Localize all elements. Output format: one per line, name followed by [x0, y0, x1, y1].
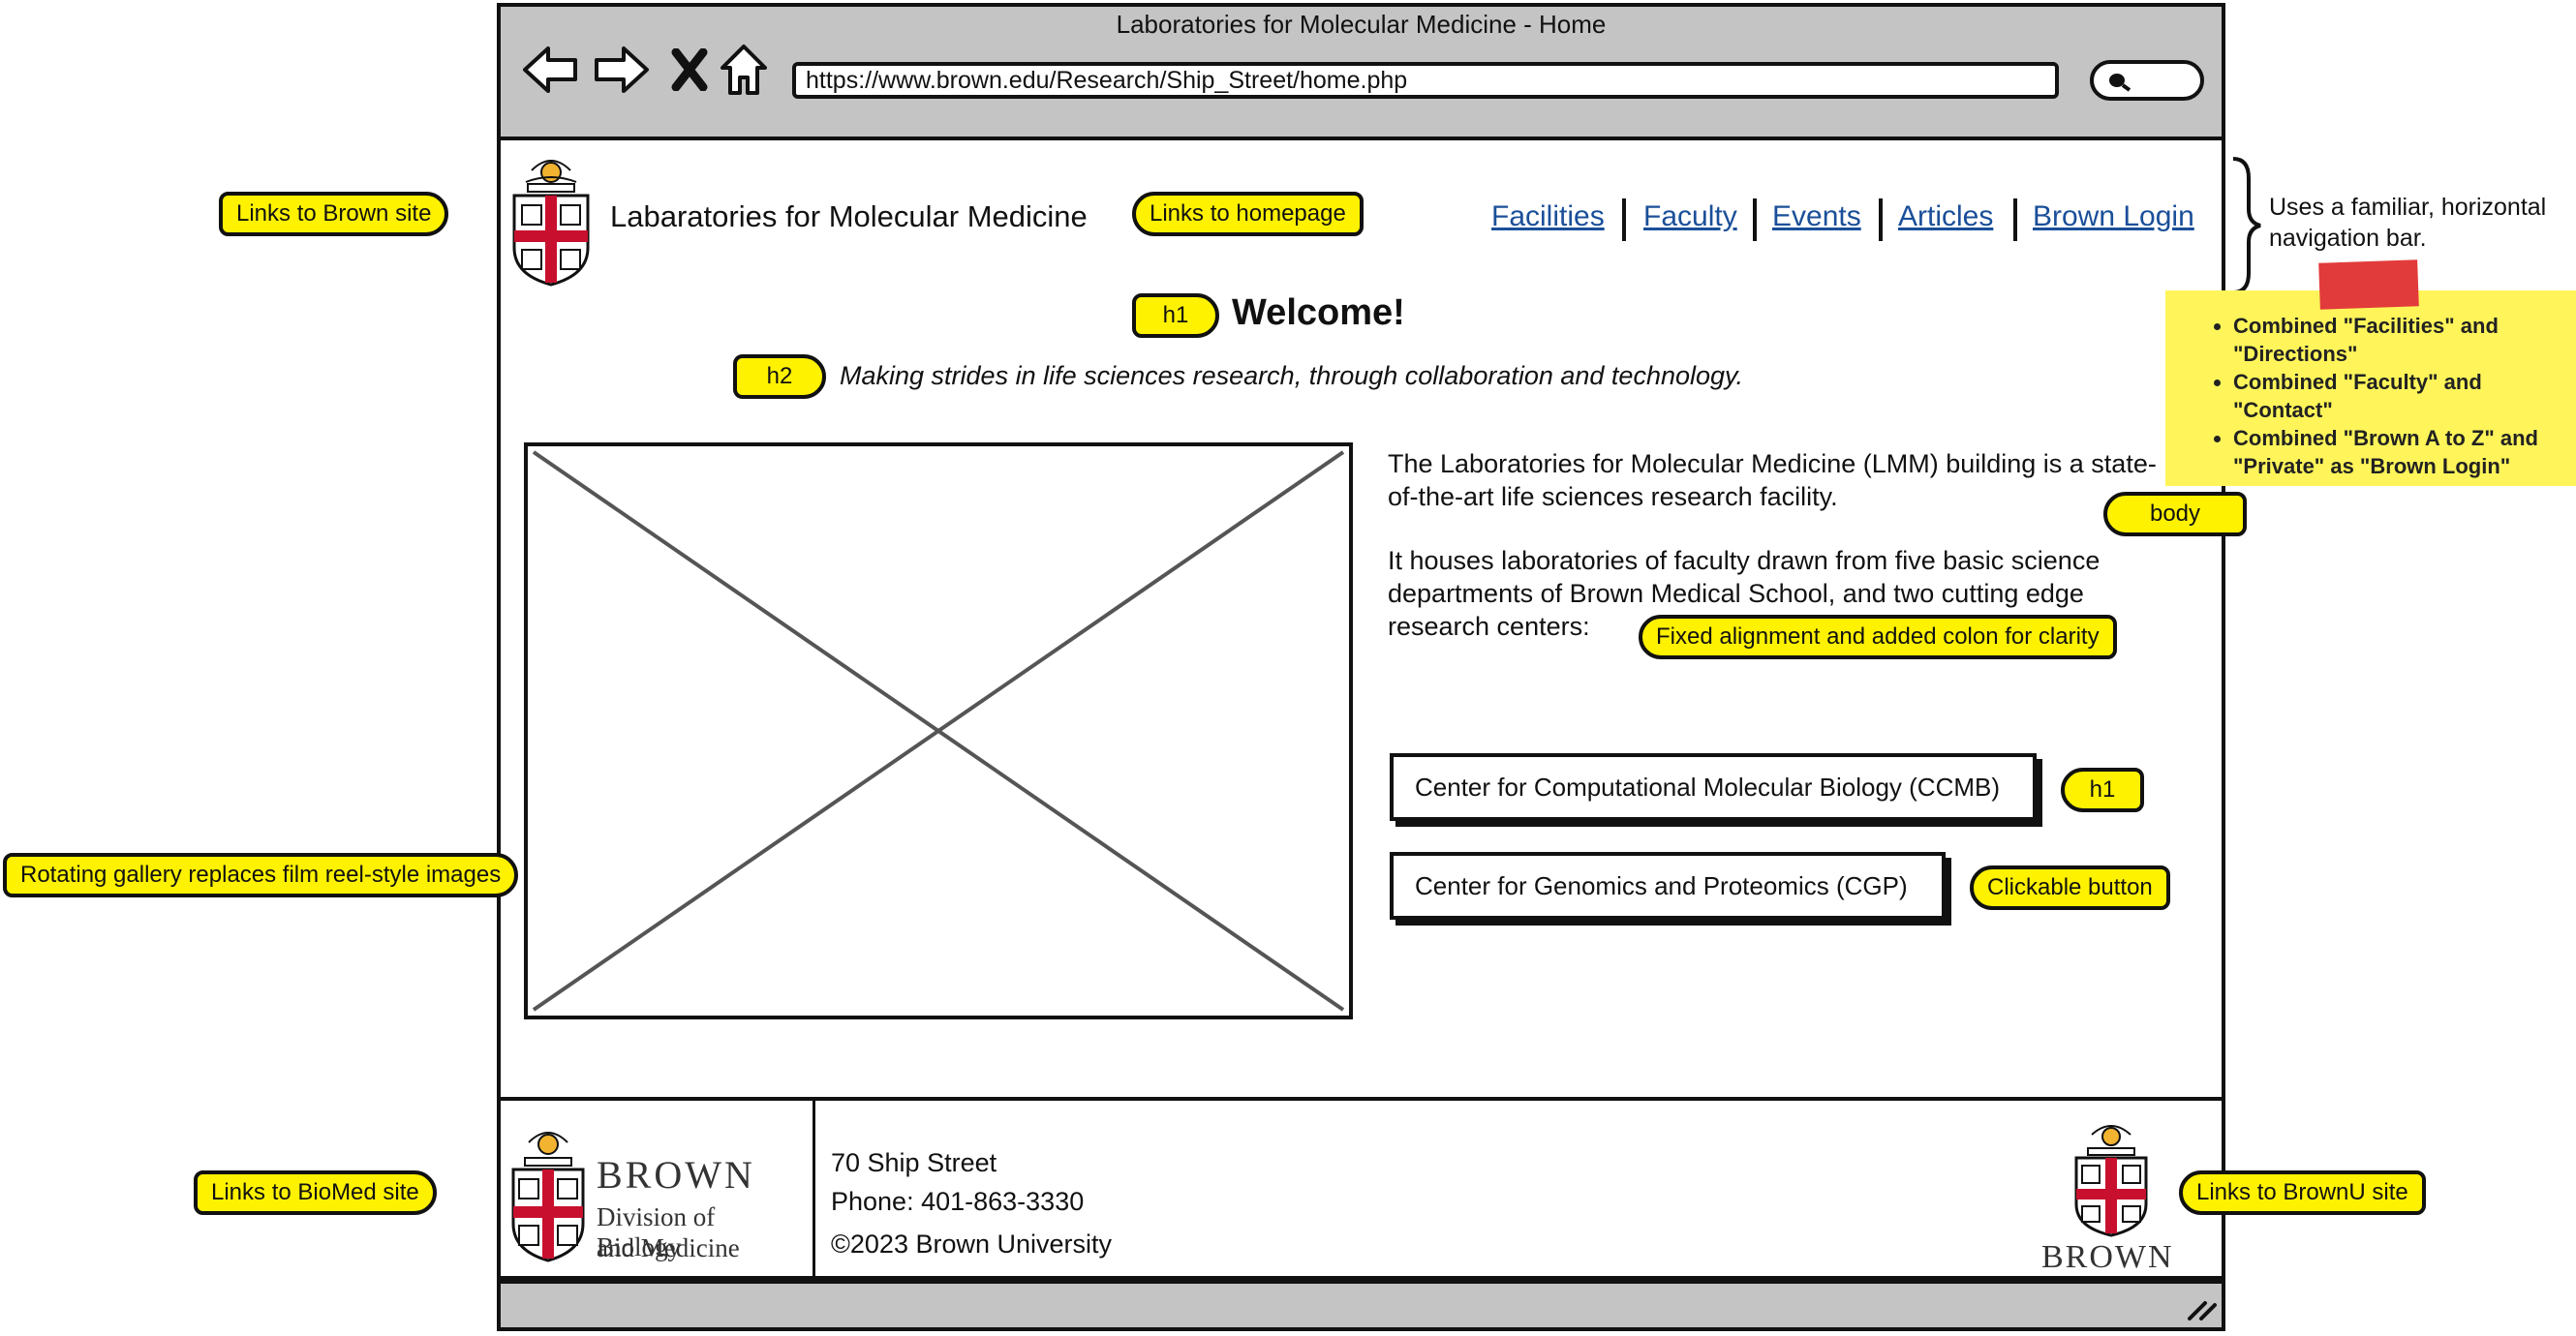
nav-articles[interactable]: Articles [1898, 200, 1993, 233]
forward-icon[interactable] [593, 45, 651, 95]
sticky-note-item: Combined "Brown A to Z" and "Private" as… [2233, 424, 2576, 480]
resize-grip-icon[interactable] [2186, 1297, 2219, 1322]
annotation-nav-note: Uses a familiar, horizontal navigation b… [2269, 194, 2547, 252]
annotation-links-biomed: Links to BioMed site [194, 1170, 437, 1215]
footer-border [497, 1097, 2225, 1101]
logo-brown-text: BROWN [2041, 1239, 2174, 1275]
annotation-fixed-alignment: Fixed alignment and added colon for clar… [1639, 615, 2117, 659]
nav-separator [1753, 198, 1757, 241]
search-icon [2109, 74, 2131, 92]
brown-shield-logo[interactable] [508, 155, 594, 291]
annotation-clickable-button: Clickable button [1970, 865, 2170, 910]
annotation-body: body [2103, 492, 2247, 536]
nav-faculty[interactable]: Faculty [1643, 200, 1737, 233]
brown-shield-icon [2074, 1125, 2148, 1237]
annotation-rotating-gallery: Rotating gallery replaces film reel-styl… [3, 853, 519, 897]
logo-division-text-2: and Medicine [597, 1233, 740, 1262]
stop-icon[interactable] [670, 48, 709, 91]
nav-events[interactable]: Events [1772, 200, 1861, 233]
footer-divider [813, 1101, 815, 1276]
brown-shield-icon [511, 1132, 585, 1262]
footer-phone: Phone: 401-863-3330 [831, 1187, 1085, 1216]
nav-separator [1622, 198, 1626, 241]
annotation-h1-welcome: h1 [1132, 293, 1219, 338]
sticky-note-item: Combined "Faculty" and "Contact" [2233, 368, 2576, 424]
page-heading: Welcome! [1232, 292, 1405, 333]
intro-paragraph: The Laboratories for Molecular Medicine … [1388, 449, 2157, 511]
browser-search-field[interactable] [2090, 60, 2204, 101]
footer-copyright: ©2023 Brown University [831, 1230, 1113, 1259]
footer-address: 70 Ship Street [831, 1148, 997, 1177]
logo-brown-text: BROWN [597, 1153, 755, 1197]
window-title: Laboratories for Molecular Medicine - Ho… [1116, 10, 1607, 39]
image-gallery-placeholder[interactable] [524, 442, 1353, 1019]
page-subheading: Making strides in life sciences research… [840, 361, 1744, 390]
annotation-links-brownu: Links to BrownU site [2179, 1170, 2426, 1215]
brownu-logo[interactable]: BROWN [2034, 1121, 2189, 1276]
nav-separator [2013, 198, 2017, 241]
sticky-note-item: Combined "Facilities" and "Directions" [2233, 312, 2576, 368]
nav-separator [1879, 198, 1883, 241]
annotation-h1-button: h1 [2061, 768, 2144, 812]
brace-icon [2232, 157, 2261, 294]
sticky-note-tape [2318, 259, 2419, 310]
sticky-note-list: Combined "Facilities" and "Directions" C… [2165, 312, 2576, 480]
nav-brown-login[interactable]: Brown Login [2033, 200, 2194, 233]
home-icon[interactable] [719, 43, 769, 97]
url-bar[interactable]: https://www.brown.edu/Research/Ship_Stre… [792, 62, 2059, 99]
annotation-h2-tagline: h2 [733, 354, 826, 399]
ccmb-button[interactable]: Center for Computational Molecular Biolo… [1390, 753, 2037, 821]
nav-facilities[interactable]: Facilities [1491, 200, 1605, 233]
site-title-link[interactable]: Labaratories for Molecular Medicine [610, 199, 1088, 234]
browser-status-bar [497, 1280, 2225, 1331]
annotation-links-homepage: Links to homepage [1132, 192, 1364, 236]
annotation-links-brown-site: Links to Brown site [219, 192, 449, 236]
cgp-button[interactable]: Center for Genomics and Proteomics (CGP) [1390, 852, 1946, 920]
back-icon[interactable] [521, 45, 579, 95]
biomed-logo[interactable]: BROWN Division of Biology and Medicine [504, 1123, 804, 1268]
sticky-note: Combined "Facilities" and "Directions" C… [2165, 290, 2576, 486]
